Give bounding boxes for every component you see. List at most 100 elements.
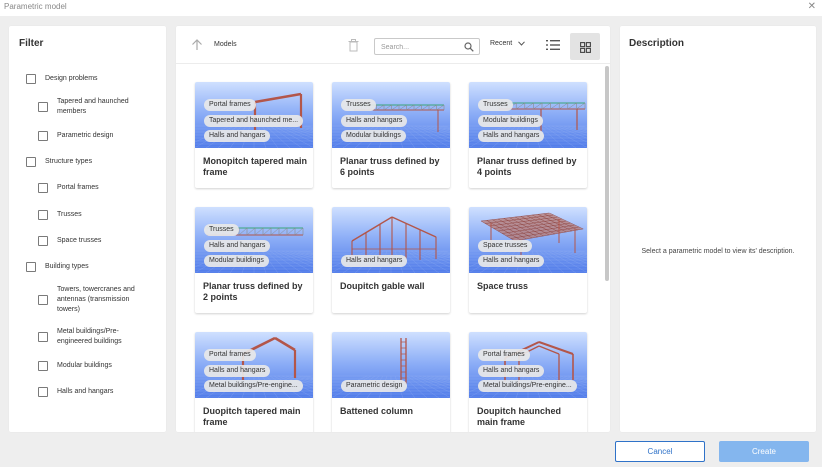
filter-checkbox[interactable] (26, 74, 36, 84)
model-tag: Modular buildings (341, 130, 406, 142)
model-card-title: Duopitch tapered main frame (203, 406, 301, 427)
filter-checkbox[interactable] (38, 361, 48, 371)
filter-item-label: Metal buildings/Pre-engineered buildings (57, 328, 122, 345)
model-card[interactable]: Portal frames Halls and hangars Metal buil… (469, 332, 587, 432)
chevron-down-icon (518, 41, 526, 46)
filter-item-label: Towers, towercranes and antennas (transm… (57, 286, 135, 313)
model-card[interactable]: Trusses Modular buildings Halls and hangar… (469, 82, 587, 188)
model-tag: Halls and hangars (478, 130, 545, 142)
filter-item[interactable]: Halls and hangars (38, 387, 142, 397)
search-icon[interactable] (464, 42, 474, 52)
filter-item-label: Building types (45, 263, 89, 270)
model-tag: Trusses (341, 99, 376, 111)
model-thumbnail: Trusses Halls and hangars Modular building… (332, 82, 450, 148)
model-tag: Halls and hangars (204, 130, 271, 142)
model-tag: Modular buildings (478, 115, 543, 127)
model-tag: Halls and hangars (341, 255, 408, 267)
description-panel: Description Select a parametric model to… (620, 26, 816, 432)
model-thumbnail: Portal frames Halls and hangars Metal buil… (469, 332, 587, 398)
model-card-title: Planar truss defined by 2 points (203, 281, 303, 302)
filter-item[interactable]: Portal frames (38, 183, 142, 193)
model-tag: Tapered and haunched me... (204, 115, 304, 127)
model-card[interactable]: Portal frames Halls and hangars Metal buil… (195, 332, 313, 432)
filter-item-label: Portal frames (57, 184, 99, 191)
grid-scrollbar[interactable] (605, 66, 609, 281)
model-thumbnail: Trusses Modular buildings Halls and hangar… (469, 82, 587, 148)
filter-item-label: Design problems (45, 75, 98, 82)
filter-item-label: Parametric design (57, 132, 114, 139)
search-input[interactable] (381, 41, 461, 53)
filter-item[interactable]: Space trusses (38, 236, 142, 246)
filter-heading: Filter (19, 38, 44, 49)
filter-panel: Filter Design problems Tapered and haunch… (9, 26, 166, 432)
filter-item-label: Tapered and haunched members (57, 98, 129, 115)
filter-checkbox[interactable] (38, 102, 48, 112)
filter-item[interactable]: Metal buildings/Pre-engineered buildings (38, 327, 142, 347)
model-tag: Trusses (478, 99, 513, 111)
cancel-button[interactable]: Cancel (615, 441, 705, 462)
filter-checkbox[interactable] (38, 332, 48, 342)
sort-value: Recent (490, 40, 513, 47)
create-button[interactable]: Create (719, 441, 809, 462)
model-card-title: Planar truss defined by 4 points (477, 156, 577, 177)
model-card-title: Doupitch gable wall (340, 281, 425, 291)
filter-item[interactable]: Modular buildings (38, 361, 142, 371)
filter-item-label: Space trusses (57, 237, 102, 244)
model-tag: Halls and hangars (204, 240, 271, 252)
model-card-title: Doupitch haunched main frame (477, 406, 561, 427)
filter-checkbox[interactable] (26, 262, 36, 272)
model-thumbnail: Portal frames Halls and hangars Metal buil… (195, 332, 313, 398)
model-tag: Halls and hangars (478, 255, 545, 267)
filter-item[interactable]: Trusses (38, 210, 142, 220)
list-view-icon[interactable] (545, 38, 561, 52)
arrow-up-icon[interactable] (190, 38, 204, 52)
filter-item-label: Structure types (45, 158, 93, 165)
filter-checkbox[interactable] (38, 236, 48, 246)
model-card[interactable]: Halls and hangars Doupitch gable wall (332, 207, 450, 313)
filter-checkbox[interactable] (38, 210, 48, 220)
grid-view-button[interactable] (570, 33, 600, 60)
model-card[interactable]: Trusses Halls and hangars Modular building… (332, 82, 450, 188)
model-card[interactable]: Portal frames Tapered and haunched me... H… (195, 82, 313, 188)
model-card[interactable]: Parametric design Battened column (332, 332, 450, 432)
window-title: Parametric model (4, 2, 67, 11)
filter-item[interactable]: Parametric design (38, 131, 142, 141)
sort-dropdown[interactable]: Recent (490, 40, 526, 47)
filter-item[interactable]: Design problems (26, 74, 145, 84)
model-tag: Halls and hangars (478, 365, 545, 377)
model-tag: Metal buildings/Pre-engine... (204, 380, 303, 392)
model-thumbnail: Halls and hangars (332, 207, 450, 273)
model-tag: Portal frames (478, 349, 530, 361)
model-tag: Modular buildings (204, 255, 269, 267)
models-breadcrumb: Models (214, 41, 237, 48)
model-card-title: Planar truss defined by 6 points (340, 156, 440, 177)
grid-view-icon (580, 42, 591, 53)
filter-item[interactable]: Tapered and haunched members (38, 97, 142, 117)
model-tag: Space trusses (478, 240, 533, 252)
trash-icon[interactable] (348, 39, 359, 52)
filter-checkbox[interactable] (38, 131, 48, 141)
model-tag: Halls and hangars (204, 365, 271, 377)
filter-item-label: Halls and hangars (57, 388, 114, 395)
model-card-title: Space truss (477, 281, 529, 291)
models-toolbar: Models Recent (176, 26, 610, 64)
model-card[interactable]: Space trusses Halls and hangars Space trus… (469, 207, 587, 313)
model-card-title: Battened column (340, 406, 414, 416)
model-card[interactable]: Trusses Halls and hangars Modular building… (195, 207, 313, 313)
description-placeholder: Select a parametric model to view its' d… (641, 248, 795, 255)
model-thumbnail: Parametric design (332, 332, 450, 398)
model-tag: Trusses (204, 224, 239, 236)
filter-item[interactable]: Building types (26, 262, 145, 272)
filter-item-label: Trusses (57, 211, 82, 218)
model-thumbnail: Space trusses Halls and hangars (469, 207, 587, 273)
filter-checkbox[interactable] (38, 295, 48, 305)
filter-checkbox[interactable] (38, 387, 48, 397)
filter-item[interactable]: Structure types (26, 157, 145, 167)
filter-item-label: Modular buildings (57, 362, 112, 369)
model-tag: Portal frames (204, 99, 256, 111)
close-icon[interactable]: ✕ (808, 1, 816, 12)
filter-checkbox[interactable] (38, 183, 48, 193)
filter-checkbox[interactable] (26, 157, 36, 167)
filter-item[interactable]: Towers, towercranes and antennas (transm… (38, 285, 142, 315)
description-heading: Description (629, 38, 685, 49)
